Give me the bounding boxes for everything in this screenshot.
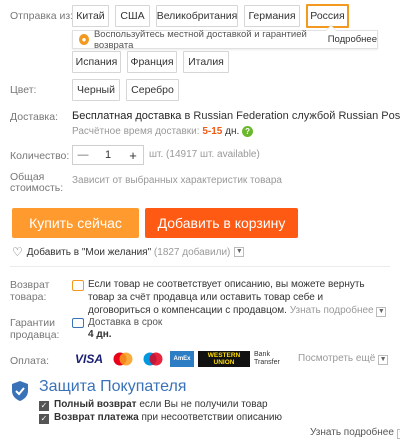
return-info: Если товар не соответствует описанию, вы… [88, 278, 388, 317]
protection-item-1-bold: Полный возврат [54, 399, 137, 410]
guarantee-label-line1: Гарантии [10, 317, 55, 329]
quantity-available: шт. (14917 шт. available) [149, 149, 260, 160]
total-label: Общая стоимость: [10, 172, 63, 194]
protection-more-text[interactable]: Узнать подробнее [310, 427, 394, 438]
delivery-eta: Расчётное время доставки: 5-15 дн. ? [72, 126, 254, 137]
shield-icon [11, 380, 29, 405]
quantity-plus-button[interactable]: + [123, 148, 143, 163]
delivery-service-text: в Russian Federation службой Russian Pos… [181, 110, 400, 122]
chevron-down-icon[interactable]: ▼ [378, 355, 389, 365]
payment-more-text[interactable]: Посмотреть ещё [298, 353, 375, 364]
ship-from-france[interactable]: Франция [127, 51, 177, 73]
eta-value: 5-15 [202, 126, 223, 137]
eta-label: Расчётное время доставки: [72, 126, 200, 137]
delivery-info: Бесплатная доставка в Russian Federation… [72, 110, 400, 123]
protection-item-1-text: если Вы не получили товар [136, 399, 268, 410]
quantity-input[interactable]: 1 [93, 149, 123, 161]
western-union-logo: WESTERN UNION [198, 351, 250, 367]
total-value: Зависит от выбранных характеристик товар… [72, 175, 282, 186]
check-icon: ✓ [39, 414, 49, 424]
mastercard-logo [110, 351, 136, 367]
mastercard-icon [113, 352, 133, 366]
protection-title: Защита Покупателя [39, 378, 187, 395]
ship-from-uk[interactable]: Великобритания [156, 5, 238, 27]
eta-unit: дн. [225, 126, 240, 137]
ship-from-usa[interactable]: США [115, 5, 150, 27]
quantity-minus-button[interactable]: — [73, 149, 93, 161]
protection-item-2-bold: Возврат платежа [54, 412, 139, 423]
ship-from-italy[interactable]: Италия [183, 51, 229, 73]
color-label: Цвет: [10, 84, 37, 96]
wishlist-link[interactable]: Добавить в "Мои желания" [27, 247, 151, 258]
protection-item-2-text: при несоответствии описанию [138, 412, 282, 423]
local-delivery-tooltip: ● Воспользуйтесь местной доставкой и гар… [72, 25, 378, 51]
protection-item-1: ✓ Полный возврат если Вы не получили това… [39, 399, 268, 411]
wishlist-row: ♡ Добавить в "Мои желания" (1827 добавил… [12, 245, 245, 259]
bank-transfer-logo: Bank Transfer [254, 351, 280, 366]
guarantee-label: Гарантии продавца: [10, 317, 59, 341]
payment-more-link[interactable]: Посмотреть ещё ▼ [298, 353, 389, 365]
amex-logo: AmEx [170, 351, 194, 367]
return-label-line1: Возврат [10, 279, 50, 291]
ship-from-label: Отправка из: [10, 10, 74, 22]
heart-plus-icon[interactable]: ♡ [12, 245, 23, 259]
return-label-line2: товара: [10, 291, 47, 303]
tooltip-more-link[interactable]: Подробнее [328, 34, 377, 45]
chevron-down-icon[interactable]: ▼ [376, 307, 387, 317]
info-icon: ● [79, 34, 89, 45]
guarantee-days: 4 дн. [88, 329, 112, 340]
add-to-cart-button[interactable]: Добавить в корзину [145, 208, 298, 238]
divider [10, 266, 390, 267]
delivery-truck-icon [72, 318, 84, 328]
protection-item-2: ✓ Возврат платежа при несоответствии опис… [39, 412, 282, 424]
quantity-stepper: — 1 + [72, 145, 144, 165]
quantity-label: Количество: [10, 150, 70, 162]
check-icon: ✓ [39, 401, 49, 411]
chevron-down-icon[interactable]: ▼ [234, 247, 245, 257]
tooltip-text: Воспользуйтесь местной доставкой и гаран… [93, 28, 307, 51]
ship-from-spain[interactable]: Испания [72, 51, 121, 73]
delivery-label: Доставка: [10, 111, 59, 123]
ship-from-germany[interactable]: Германия [244, 5, 300, 27]
guarantee-delivery: Доставка в срок [88, 317, 163, 328]
free-delivery-text: Бесплатная доставка [72, 110, 182, 122]
tooltip-arrow [325, 25, 337, 31]
maestro-icon [143, 352, 163, 366]
color-black[interactable]: Черный [72, 79, 120, 101]
visa-logo: VISA [74, 352, 103, 366]
total-label-line2: стоимость: [10, 182, 64, 194]
return-more-link[interactable]: Узнать подробнее [290, 305, 374, 316]
buy-now-button[interactable]: Купить сейчас [12, 208, 139, 238]
color-silver[interactable]: Серебро [126, 79, 179, 101]
help-icon[interactable]: ? [242, 126, 254, 137]
maestro-logo [140, 351, 166, 367]
wishlist-count: (1827 добавили) [153, 246, 231, 258]
ship-from-china[interactable]: Китай [72, 5, 109, 27]
return-icon [72, 280, 84, 291]
protection-more-link[interactable]: Узнать подробнее ▼ [310, 427, 400, 439]
payment-label: Оплата: [10, 355, 50, 367]
guarantee-label-line2: продавца: [10, 329, 60, 341]
return-label: Возврат товара: [10, 279, 49, 303]
